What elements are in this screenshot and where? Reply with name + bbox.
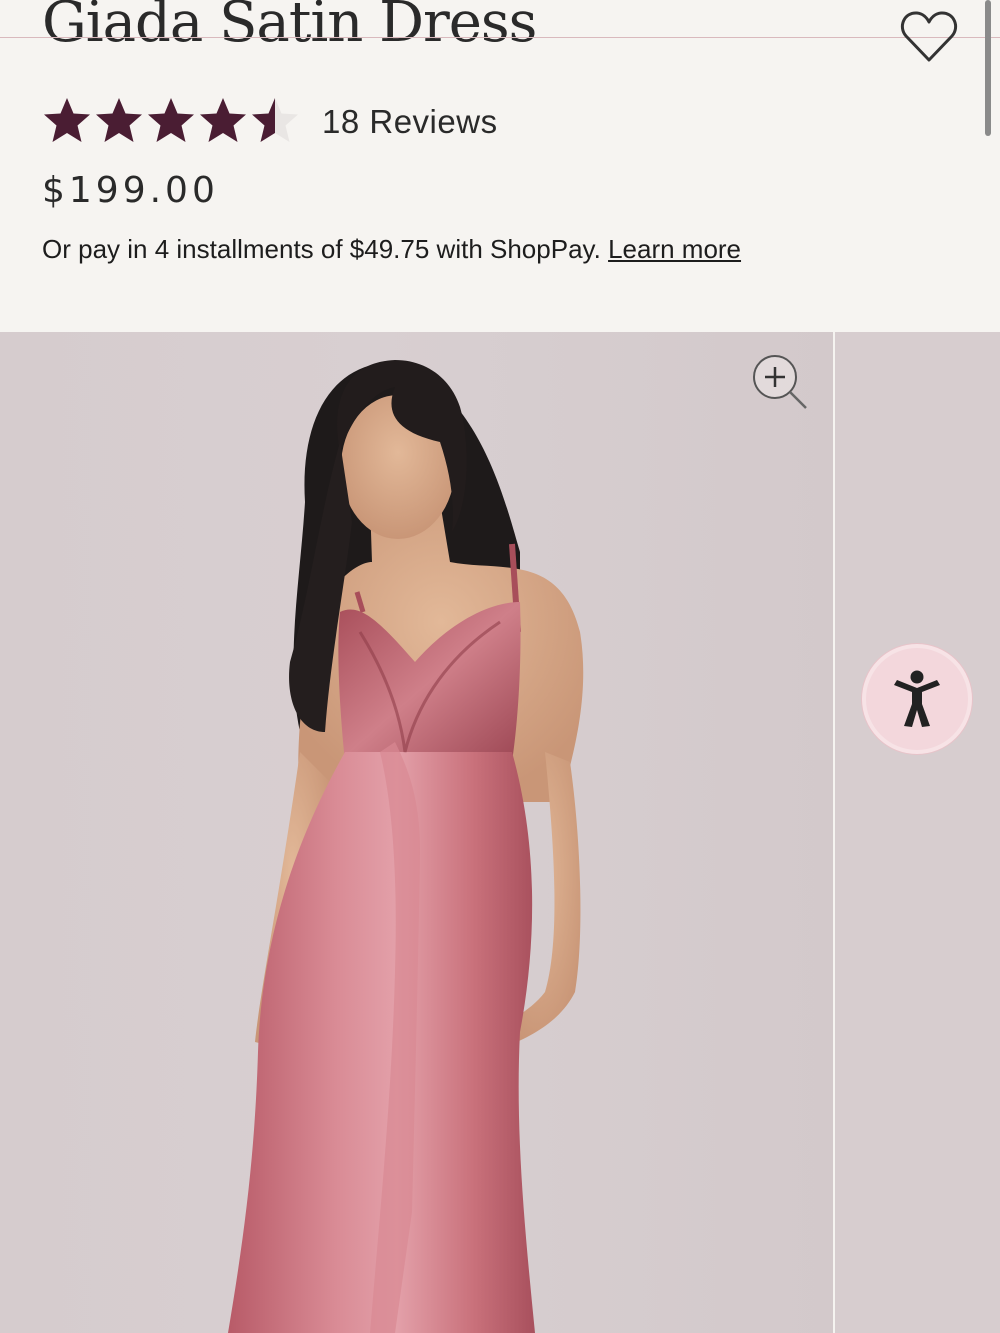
- product-main-image[interactable]: [0, 332, 833, 1333]
- installments-text: Or pay in 4 installments of $49.75 with …: [42, 234, 601, 264]
- star-icon: [252, 98, 275, 142]
- page-scrollbar[interactable]: [985, 0, 991, 136]
- installments-info: Or pay in 4 installments of $49.75 with …: [42, 234, 741, 265]
- product-title: Giada Satin Dress: [42, 0, 537, 55]
- star-icon: [200, 98, 246, 142]
- learn-more-link[interactable]: Learn more: [608, 234, 741, 264]
- star-icon: [96, 98, 142, 142]
- star-icon: [44, 98, 90, 142]
- zoom-in-icon[interactable]: [750, 352, 810, 412]
- star-rating: [42, 96, 298, 148]
- review-count-link[interactable]: 18 Reviews: [322, 103, 498, 141]
- product-price: $199.00: [42, 170, 219, 211]
- star-icon: [148, 98, 194, 142]
- accessibility-icon[interactable]: [862, 644, 972, 754]
- stars-filled: [42, 96, 275, 148]
- rating-summary[interactable]: 18 Reviews: [42, 96, 498, 148]
- product-header: Giada Satin Dress 18 Reviews $199.00 Or …: [0, 0, 1000, 332]
- next-product-image[interactable]: [835, 332, 1000, 1333]
- header-divider: [0, 37, 1000, 38]
- heart-icon[interactable]: [900, 8, 958, 64]
- product-image-gallery[interactable]: [0, 332, 1000, 1333]
